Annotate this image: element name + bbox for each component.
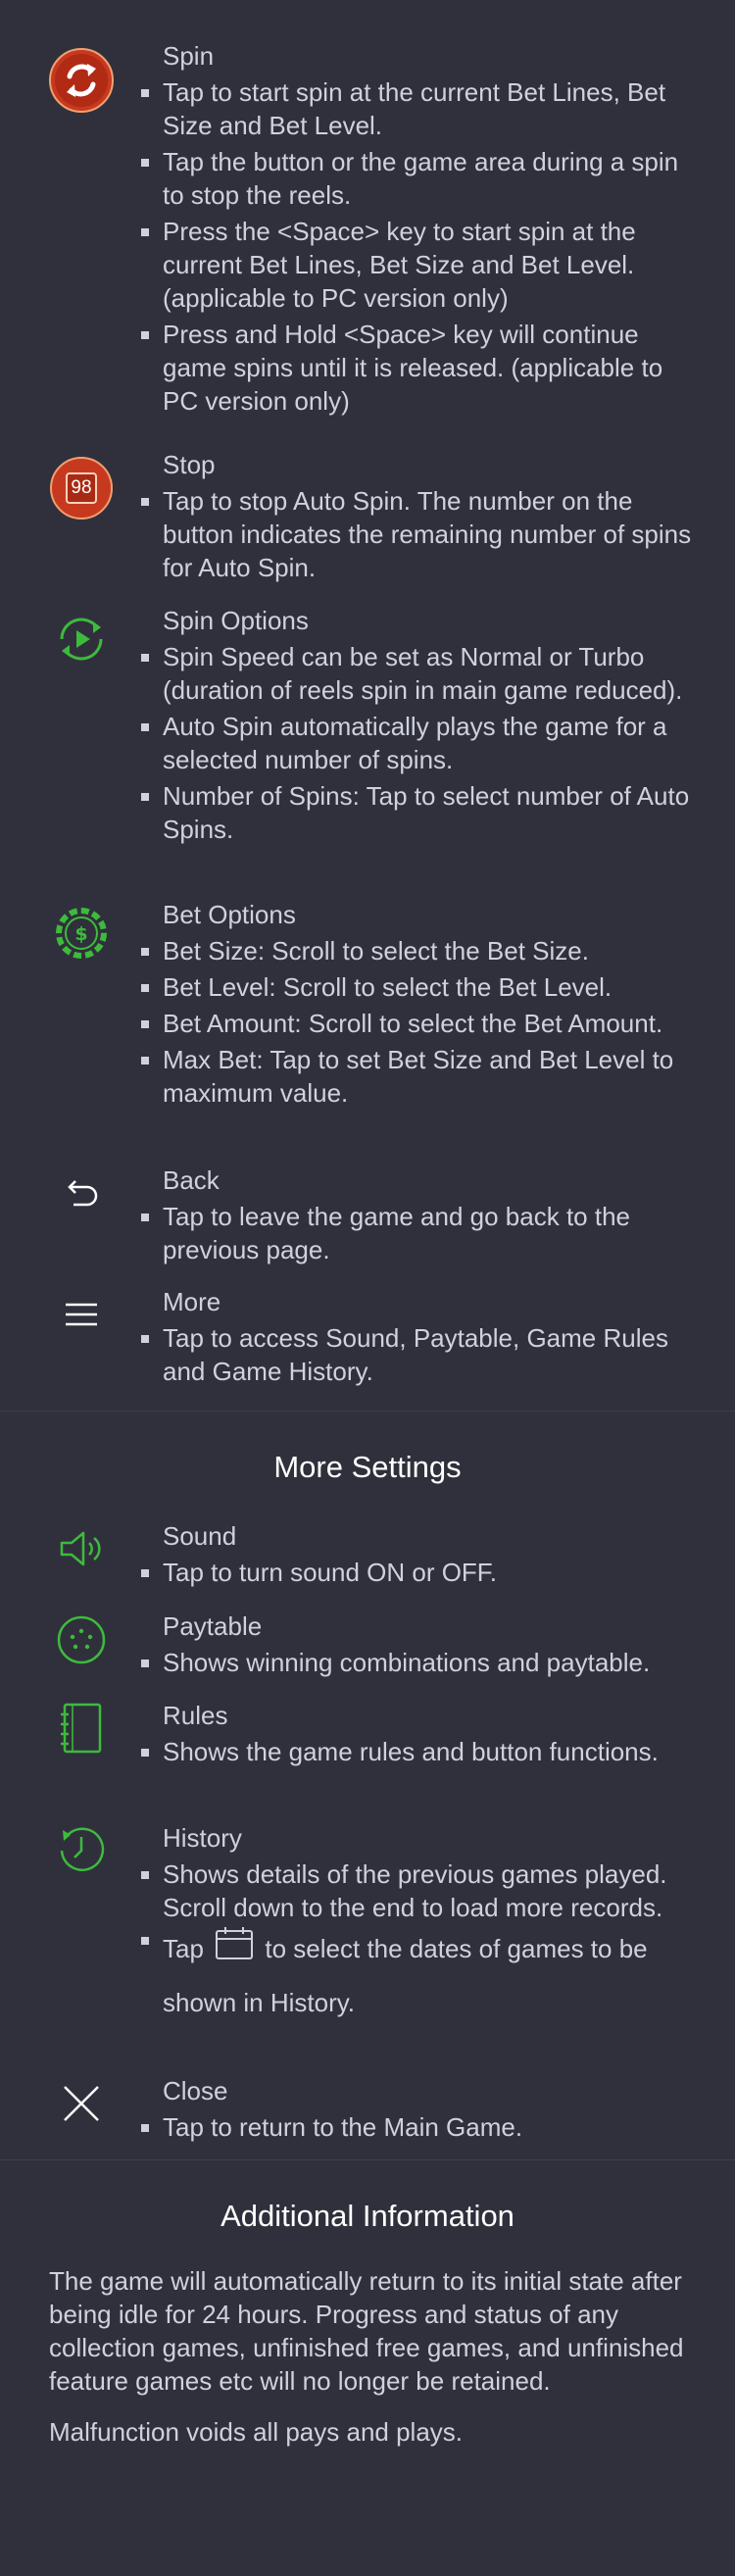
history-clock-icon (54, 1823, 109, 1886)
stop-badge: 98 (71, 477, 92, 498)
spin-bullet-3: Press the <Space> key to start spin at t… (141, 215, 692, 315)
spin-title: Spin (163, 41, 215, 71)
sound-title: Sound (163, 1521, 237, 1551)
bet-options-title: Bet Options (163, 900, 296, 929)
paytable-icon (55, 1613, 108, 1674)
bet-options-item: $ Bet Options Bet Size: Scroll to select… (0, 898, 735, 1164)
additional-info-paragraph-1: The game will automatically return to it… (49, 2266, 684, 2396)
bet-options-bullet-4: Max Bet: Tap to set Bet Size and Bet Lev… (141, 1043, 692, 1110)
stop-item: 98 Stop Tap to stop Auto Spin. The numbe… (0, 448, 735, 604)
close-title: Close (163, 2076, 228, 2105)
spin-options-bullet-3: Number of Spins: Tap to select number of… (141, 779, 692, 846)
sound-bullet: Tap to turn sound ON or OFF. (141, 1556, 692, 1589)
spin-options-icon (54, 612, 109, 674)
history-item: History Shows details of the previous ga… (0, 1821, 735, 2074)
rules-bullet: Shows the game rules and button function… (141, 1735, 692, 1768)
spin-options-bullet-2: Auto Spin automatically plays the game f… (141, 710, 692, 776)
spin-options-item: Spin Options Spin Speed can be set as No… (0, 604, 735, 898)
stop-title: Stop (163, 450, 216, 479)
history-bullet-1: Shows details of the previous games play… (141, 1858, 692, 1924)
back-title: Back (163, 1165, 220, 1195)
history-title: History (163, 1823, 242, 1853)
bet-options-bullet-3: Bet Amount: Scroll to select the Bet Amo… (141, 1007, 692, 1040)
sound-item: Sound Tap to turn sound ON or OFF. (0, 1519, 735, 1610)
additional-info-section: Additional Information The game will aut… (0, 2160, 735, 2449)
additional-info-paragraph-2: Malfunction voids all pays and plays. (49, 2417, 464, 2447)
speaker-icon (54, 1521, 109, 1584)
rules-item: Rules Shows the game rules and button fu… (0, 1699, 735, 1821)
spin-icon (48, 47, 115, 122)
close-item: Close Tap to return to the Main Game. (0, 2074, 735, 2157)
stop-icon: 98 (49, 456, 114, 520)
stop-bullet-1: Tap to stop Auto Spin. The number on the… (141, 486, 692, 582)
svg-text:$: $ (74, 923, 87, 945)
spin-bullet-1: Tap to start spin at the current Bet Lin… (141, 75, 692, 142)
more-title: More (163, 1287, 221, 1316)
more-bullet-1: Tap to access Sound, Paytable, Game Rule… (141, 1321, 692, 1388)
spin-bullet-4: Press and Hold <Space> key will continue… (141, 318, 692, 418)
bet-options-bullet-1: Bet Size: Scroll to select the Bet Size. (141, 934, 692, 967)
bet-options-bullet-2: Bet Level: Scroll to select the Bet Leve… (141, 970, 692, 1004)
more-settings-section: More Settings Sound Tap to turn sound ON… (0, 1412, 735, 2157)
rules-book-icon (57, 1701, 106, 1763)
calendar-icon (215, 1925, 254, 1977)
bet-options-icon: $ (54, 906, 109, 968)
more-settings-heading: More Settings (273, 1450, 462, 1484)
more-item: More Tap to access Sound, Paytable, Game… (0, 1285, 735, 1411)
spin-bullet-2: Tap the button or the game area during a… (141, 145, 692, 212)
history-bullet-2: Tap to select the dates of games to be s… (141, 1923, 692, 2028)
spin-item: Spin Tap to start spin at the current Be… (0, 39, 735, 448)
spin-options-title: Spin Options (163, 606, 309, 635)
paytable-item: Paytable Shows winning combinations and … (0, 1610, 735, 1699)
rules-title: Rules (163, 1701, 228, 1730)
history-bullet-2-pre: Tap (163, 1934, 204, 1963)
back-icon (60, 1171, 103, 1222)
paytable-bullet: Shows winning combinations and paytable. (141, 1646, 692, 1679)
paytable-title: Paytable (163, 1611, 263, 1641)
close-bullet: Tap to return to the Main Game. (141, 2110, 692, 2144)
additional-info-heading: Additional Information (220, 2199, 514, 2233)
back-item: Back Tap to leave the game and go back t… (0, 1164, 735, 1285)
menu-icon (62, 1299, 101, 1338)
close-icon (60, 2082, 103, 2133)
controls-section: Spin Tap to start spin at the current Be… (0, 0, 735, 1411)
back-bullet-1: Tap to leave the game and go back to the… (141, 1200, 692, 1266)
spin-options-bullet-1: Spin Speed can be set as Normal or Turbo… (141, 640, 692, 707)
